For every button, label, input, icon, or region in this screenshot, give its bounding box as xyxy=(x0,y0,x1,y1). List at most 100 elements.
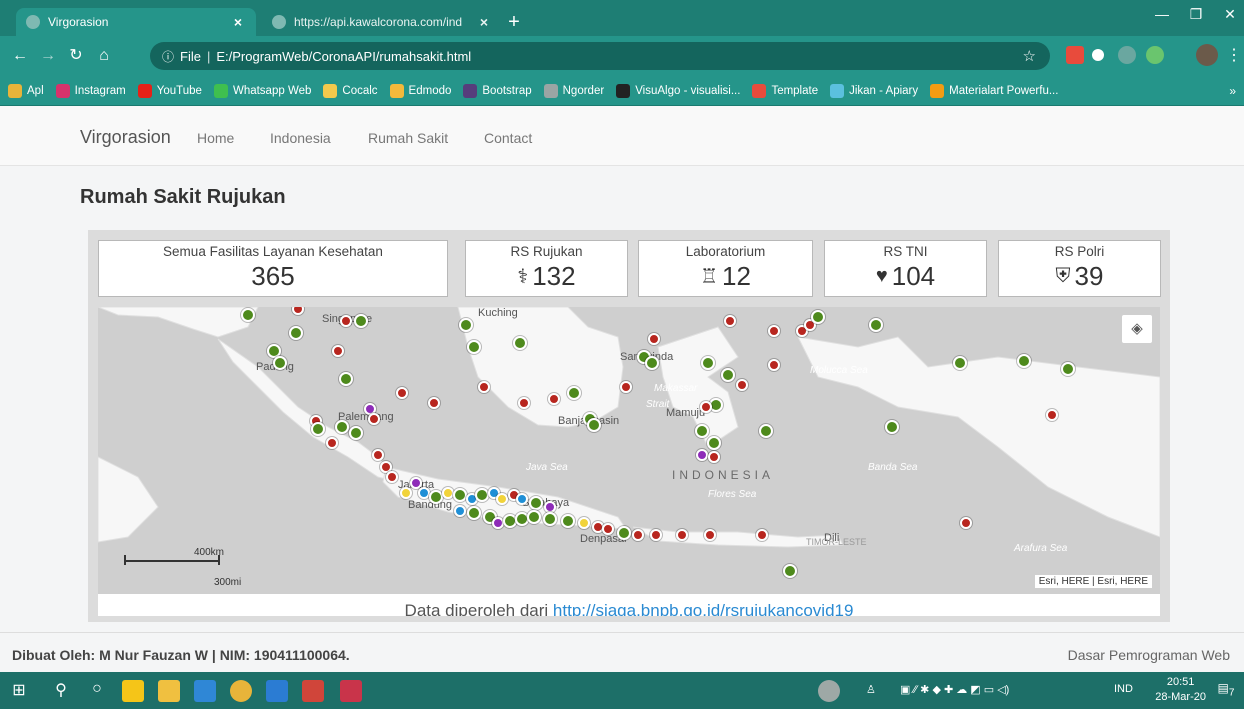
map-marker-rujukan[interactable] xyxy=(736,379,748,391)
language-indicator[interactable]: IND xyxy=(1114,683,1133,695)
tab-api-kawalcorona[interactable]: https://api.kawalcorona.com/ind × xyxy=(262,8,502,36)
map-marker-tni[interactable] xyxy=(339,372,353,386)
tab-virgorasion[interactable]: Virgorasion × xyxy=(16,8,256,36)
map-marker-tni[interactable] xyxy=(1017,354,1031,368)
map-marker-tni[interactable] xyxy=(453,488,467,502)
map-marker-tni[interactable] xyxy=(429,490,443,504)
map-marker-tni[interactable] xyxy=(529,496,543,510)
source-link[interactable]: http://siaga.bnpb.go.id/rsrujukancovid19 xyxy=(553,601,854,616)
more-bookmarks-icon[interactable]: » xyxy=(1229,84,1236,98)
nav-contact[interactable]: Contact xyxy=(484,130,532,146)
map-marker-tni[interactable] xyxy=(459,318,473,332)
map-marker-rujukan[interactable] xyxy=(768,359,780,371)
map-marker-rujukan[interactable] xyxy=(386,471,398,483)
sticky-notes-icon[interactable] xyxy=(122,680,144,702)
map-marker-rujukan[interactable] xyxy=(648,333,660,345)
map-marker-rujukan[interactable] xyxy=(724,315,736,327)
notification-center-icon[interactable]: ▤7 xyxy=(1216,681,1236,699)
map-marker-tni[interactable] xyxy=(289,326,303,340)
site-brand[interactable]: Virgorasion xyxy=(80,127,171,148)
map-marker-tni[interactable] xyxy=(721,368,735,382)
map-marker-tni[interactable] xyxy=(467,506,481,520)
bookmark-item[interactable]: Instagram xyxy=(55,83,126,98)
map-marker-polri[interactable] xyxy=(516,493,528,505)
map-marker-rujukan[interactable] xyxy=(704,529,716,541)
calendar-icon[interactable] xyxy=(302,680,324,702)
map-marker-rujukan[interactable] xyxy=(768,325,780,337)
map-marker-rujukan[interactable] xyxy=(650,529,662,541)
map-marker-tni[interactable] xyxy=(953,356,967,370)
map-marker-tni[interactable] xyxy=(869,318,883,332)
bookmark-item[interactable]: Apl xyxy=(8,83,44,98)
search-icon[interactable]: ⚲ xyxy=(50,680,72,700)
map-marker-tni[interactable] xyxy=(241,308,255,322)
map-marker-tni[interactable] xyxy=(701,356,715,370)
map-marker-tni[interactable] xyxy=(695,424,709,438)
file-explorer-icon[interactable] xyxy=(158,680,180,702)
map-marker-rujukan[interactable] xyxy=(620,381,632,393)
back-icon[interactable]: ← xyxy=(10,46,30,66)
bookmark-item[interactable]: Bootstrap xyxy=(463,83,532,98)
nav-home[interactable]: Home xyxy=(197,130,234,146)
map-marker-tni[interactable] xyxy=(354,314,368,328)
minimize-icon[interactable]: — xyxy=(1148,6,1176,22)
map-marker-rujukan[interactable] xyxy=(632,529,644,541)
bookmark-item[interactable]: YouTube xyxy=(137,83,202,98)
close-icon[interactable]: × xyxy=(230,14,246,30)
bookmark-item[interactable]: Materialart Powerfu... xyxy=(930,83,1058,98)
cortana-icon[interactable]: ○ xyxy=(86,680,108,698)
map-marker-tni[interactable] xyxy=(273,356,287,370)
home-icon[interactable]: ⌂ xyxy=(94,46,114,66)
extension-icon[interactable] xyxy=(1066,46,1084,64)
map-marker-rujukan[interactable] xyxy=(602,523,614,535)
nav-rumah-sakit[interactable]: Rumah Sakit xyxy=(368,130,448,146)
address-bar[interactable]: ⓘ File | E:/ProgramWeb/CoronaAPI/rumahsa… xyxy=(150,42,1050,70)
map-marker-tni[interactable] xyxy=(707,436,721,450)
bookmark-item[interactable]: Template xyxy=(752,83,818,98)
restore-icon[interactable]: ❐ xyxy=(1182,6,1210,23)
info-icon[interactable]: ⓘ xyxy=(162,48,174,65)
extension-icon[interactable] xyxy=(1118,46,1136,64)
avatar[interactable] xyxy=(1196,44,1218,66)
map-marker-rujukan[interactable] xyxy=(960,517,972,529)
map-marker-other[interactable] xyxy=(578,517,590,529)
menu-icon[interactable]: ⋮ xyxy=(1224,46,1244,66)
map-marker-rujukan[interactable] xyxy=(548,393,560,405)
map-marker-tni[interactable] xyxy=(783,564,797,578)
map-marker-tni[interactable] xyxy=(475,488,489,502)
bookmark-item[interactable]: Whatsapp Web xyxy=(213,83,311,98)
map-marker-rujukan[interactable] xyxy=(332,345,344,357)
map-marker-tni[interactable] xyxy=(1061,362,1075,376)
bookmark-star-icon[interactable]: ☆ xyxy=(1023,47,1036,65)
reload-icon[interactable]: ↻ xyxy=(66,46,86,66)
map-marker-rujukan[interactable] xyxy=(372,449,384,461)
bookmark-item[interactable]: Jikan - Apiary xyxy=(830,83,918,98)
vscode-icon[interactable] xyxy=(194,680,216,702)
map-marker-tni[interactable] xyxy=(527,510,541,524)
map-marker-tni[interactable] xyxy=(335,420,349,434)
close-window-icon[interactable]: ✕ xyxy=(1216,6,1244,23)
map-marker-rujukan[interactable] xyxy=(428,397,440,409)
bookmark-item[interactable]: Cocalc xyxy=(323,83,378,98)
app-icon[interactable] xyxy=(340,680,362,702)
map-marker-rujukan[interactable] xyxy=(700,401,712,413)
map-marker-other[interactable] xyxy=(400,487,412,499)
map-marker-tni[interactable] xyxy=(645,356,659,370)
close-icon[interactable]: × xyxy=(476,14,492,30)
extension-icon[interactable] xyxy=(1092,49,1104,61)
map-marker-tni[interactable] xyxy=(561,514,575,528)
user-avatar-icon[interactable] xyxy=(818,680,840,702)
bookmark-item[interactable]: Ngorder xyxy=(543,83,604,98)
map-marker-rujukan[interactable] xyxy=(478,381,490,393)
clock[interactable]: 20:51 28-Mar-20 xyxy=(1155,675,1206,705)
map-marker-rujukan[interactable] xyxy=(676,529,688,541)
forward-icon[interactable]: → xyxy=(38,46,58,66)
new-tab-button[interactable]: + xyxy=(504,12,524,32)
map-marker-rujukan[interactable] xyxy=(1046,409,1058,421)
map-marker-rujukan[interactable] xyxy=(708,451,720,463)
map-marker-tni[interactable] xyxy=(759,424,773,438)
map-marker-tni[interactable] xyxy=(885,420,899,434)
map-marker-rujukan[interactable] xyxy=(396,387,408,399)
map-marker-other[interactable] xyxy=(496,493,508,505)
map-marker-rujukan[interactable] xyxy=(518,397,530,409)
